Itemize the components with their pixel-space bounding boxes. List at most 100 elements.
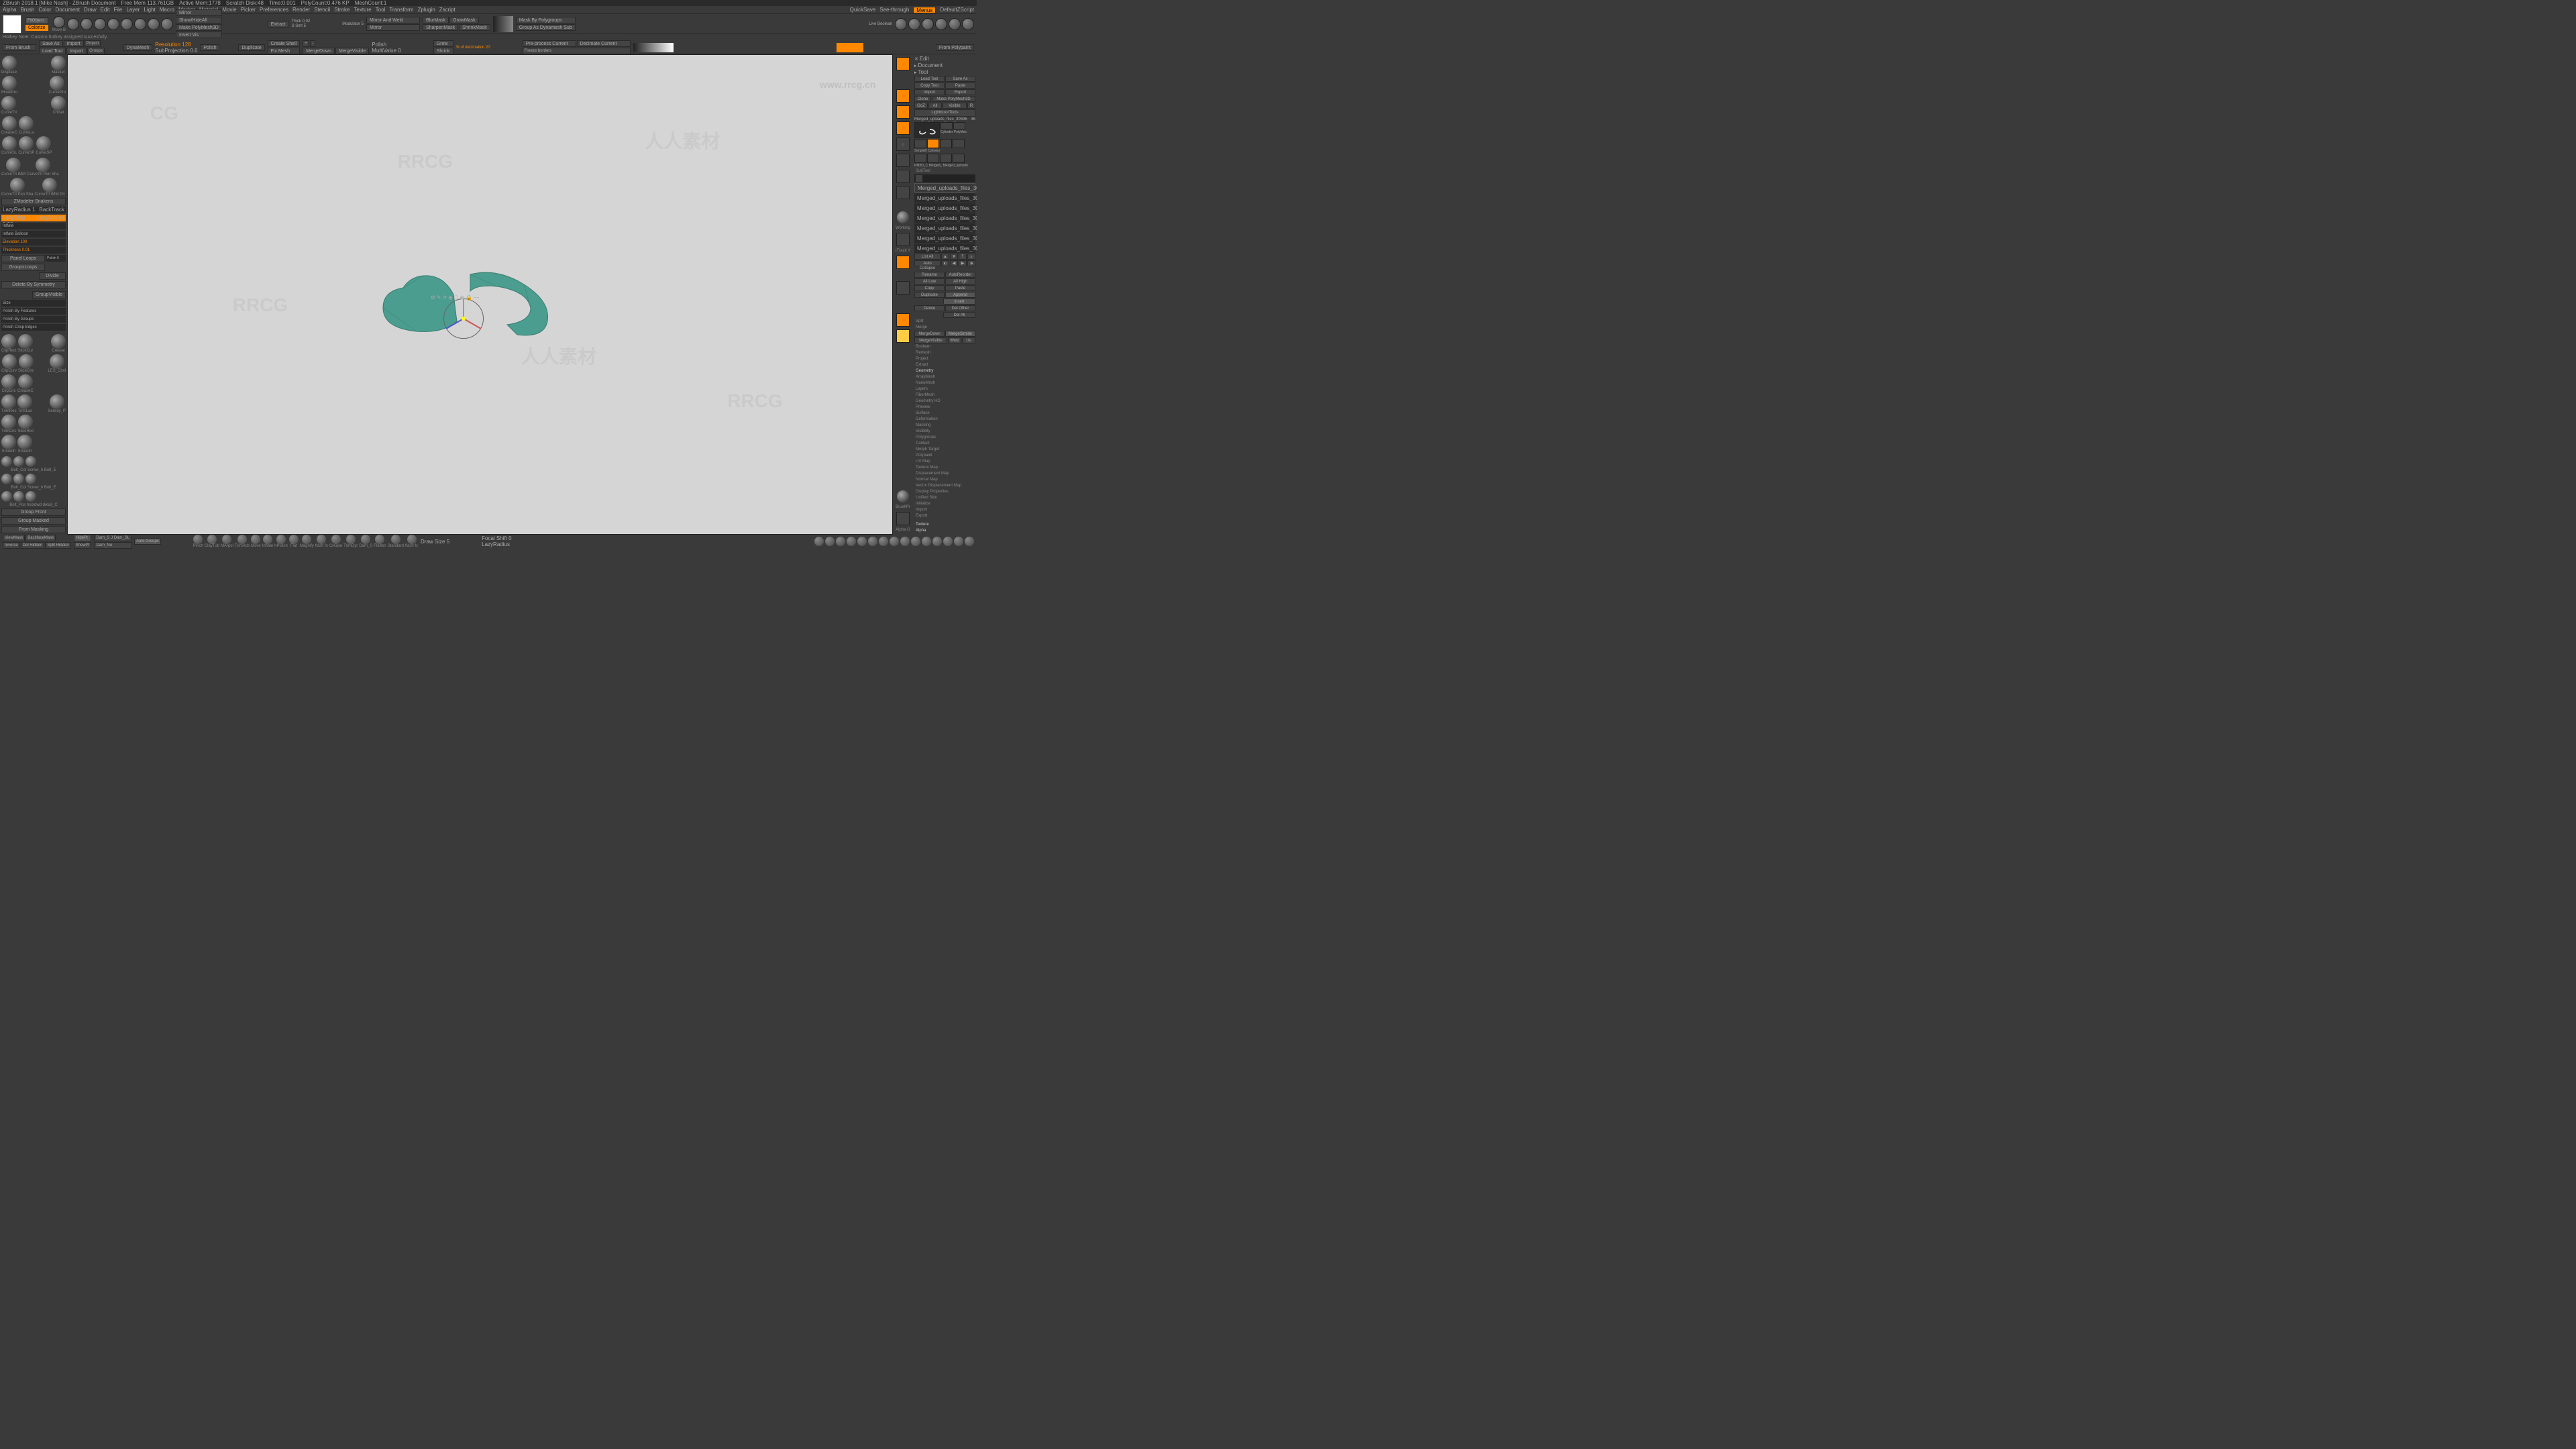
geo-section-11[interactable]: Polygroups bbox=[914, 435, 975, 440]
right-brush-2[interactable] bbox=[908, 18, 920, 30]
saveas-btn[interactable]: Save As bbox=[39, 40, 63, 47]
frommasking-btn[interactable]: From Masking bbox=[1, 526, 66, 533]
polishgroups-slider[interactable]: Polish By Groups bbox=[1, 316, 66, 323]
bb-backface[interactable]: BackfaceMask bbox=[25, 535, 56, 541]
bb-brush-r10[interactable] bbox=[911, 537, 920, 546]
brush-creasec2[interactable] bbox=[18, 374, 33, 389]
bb-brush-inflate[interactable] bbox=[263, 535, 272, 544]
bb-inverse[interactable]: Inverse bbox=[3, 542, 20, 549]
brush-chisel[interactable] bbox=[51, 96, 66, 111]
gizmo-center[interactable] bbox=[462, 317, 466, 321]
multival-label[interactable]: MultiValue 0 bbox=[372, 48, 400, 54]
rp-mergedown2[interactable]: MergeDown bbox=[914, 331, 945, 337]
brush-curvesp1[interactable] bbox=[19, 136, 34, 151]
geo-section-14[interactable]: Polypaint bbox=[914, 453, 975, 458]
dock-icon-5[interactable] bbox=[896, 154, 910, 167]
canvas-viewport[interactable]: CG RRCG 人人素材 RRCG 人人素材 RRCG www.rrcg.cn … bbox=[67, 54, 893, 535]
geo-section-4[interactable]: FiberMesh bbox=[914, 392, 975, 398]
move-brush-icon[interactable] bbox=[53, 16, 65, 28]
geo-section-23[interactable]: Import bbox=[914, 507, 975, 513]
freeze-btn[interactable]: Freeze borders bbox=[523, 48, 631, 54]
brush-screw2[interactable] bbox=[13, 474, 24, 484]
brush-icon-5[interactable] bbox=[107, 18, 119, 30]
rp-tool-thumb-11[interactable] bbox=[953, 154, 965, 163]
thick-slider[interactable]: Thick 0.02 bbox=[292, 19, 311, 23]
menu-preferences[interactable]: Preferences bbox=[260, 7, 288, 13]
dock-icon-6[interactable] bbox=[896, 170, 910, 183]
dock-icon-9[interactable] bbox=[896, 313, 910, 327]
lazymouse-label[interactable]: LazyMouse bbox=[37, 215, 64, 221]
brush-slicecur[interactable] bbox=[18, 334, 33, 349]
brush-detail[interactable] bbox=[25, 491, 36, 502]
rp-clone[interactable]: Clone bbox=[914, 96, 931, 102]
brush-screw3[interactable] bbox=[13, 491, 24, 502]
brush-icon-3[interactable] bbox=[80, 18, 93, 30]
bb-brush-r1[interactable] bbox=[814, 537, 824, 546]
dock-icon-edit[interactable] bbox=[896, 57, 910, 70]
gizmo-icon-5[interactable]: ⬡ bbox=[453, 294, 458, 301]
rp-mergesimilar[interactable]: MergeSimilar bbox=[945, 331, 975, 337]
brush-les-clotl[interactable] bbox=[50, 354, 64, 369]
rp-tool-thumb-10[interactable] bbox=[940, 154, 952, 163]
geo-section-10[interactable]: Visibility bbox=[914, 429, 975, 434]
rp-insert[interactable]: Insert bbox=[943, 299, 975, 305]
brush-icon-2[interactable] bbox=[67, 18, 79, 30]
geo-section-12[interactable]: Contact bbox=[914, 441, 975, 446]
bb-brush-r11[interactable] bbox=[922, 537, 931, 546]
menu-transform[interactable]: Transform bbox=[389, 7, 413, 13]
brush-screw1[interactable] bbox=[13, 456, 24, 467]
subtool-7[interactable]: Merged_uploads_files_305956 bbox=[914, 244, 975, 253]
bb-brush-standard[interactable] bbox=[391, 535, 400, 544]
bb-brush-move[interactable] bbox=[251, 535, 260, 544]
gizmo-icon-4[interactable]: ◈ bbox=[448, 294, 452, 301]
bb-brush-flat[interactable] bbox=[289, 535, 299, 544]
dock-brushpr[interactable] bbox=[897, 490, 909, 502]
bb-splithidden[interactable]: Split Hidden bbox=[45, 542, 70, 549]
modulator-slider[interactable]: Modulator 5 bbox=[342, 22, 364, 26]
geo-section-3[interactable]: Layers bbox=[914, 386, 975, 392]
brush-curvetri-imm-pri[interactable] bbox=[42, 178, 57, 193]
rp-autocollapse[interactable]: Auto Collapse bbox=[914, 260, 941, 266]
brush-bolt3[interactable] bbox=[1, 491, 12, 502]
dock-icon-4[interactable] bbox=[896, 121, 910, 135]
bb-brush-magnify[interactable] bbox=[302, 535, 311, 544]
bb-hidept[interactable]: HidePt bbox=[74, 535, 92, 541]
rp-nav-2[interactable]: ◀ bbox=[950, 260, 958, 266]
ssmt-slider[interactable]: S Smt 5 bbox=[292, 24, 311, 28]
right-brush-3[interactable] bbox=[922, 18, 934, 30]
brush-icon-7[interactable] bbox=[134, 18, 146, 30]
mirrorweld-btn[interactable]: Mirror And Weld bbox=[366, 17, 420, 23]
brush-movepro[interactable] bbox=[2, 76, 17, 91]
bb-brush-pinch[interactable] bbox=[193, 535, 203, 544]
elevation-slider[interactable]: Elevation 100 bbox=[1, 239, 66, 246]
zmodeler-btn[interactable]: ZModeler Snakens bbox=[1, 198, 66, 205]
brush-bolt2[interactable] bbox=[1, 474, 12, 484]
brush-curvetri-imm[interactable] bbox=[6, 158, 21, 172]
gizmo-icon-6[interactable]: ⊕ bbox=[460, 294, 464, 301]
livebool-label[interactable]: Live Boolean bbox=[869, 22, 892, 26]
bb-brush-r12[interactable] bbox=[932, 537, 942, 546]
rp-delother[interactable]: Del Other bbox=[945, 305, 975, 311]
menu-seethrough[interactable]: See-through bbox=[879, 7, 909, 13]
rp-saveas[interactable]: Save As bbox=[945, 76, 975, 82]
right-brush-4[interactable] bbox=[935, 18, 947, 30]
menu-movie[interactable]: Movie bbox=[222, 7, 236, 13]
bb-brush-flatten[interactable] bbox=[375, 535, 384, 544]
dock-working[interactable] bbox=[897, 211, 909, 223]
inflatebal-slider[interactable]: Inflate Balloon bbox=[1, 231, 66, 237]
rp-tool-thumb-6[interactable] bbox=[940, 139, 952, 148]
bb-brush-trimdy[interactable] bbox=[346, 535, 356, 544]
brush-curvesl[interactable] bbox=[2, 136, 17, 151]
subtool-1[interactable]: Merged_uploads_files_305956 bbox=[914, 183, 975, 193]
size-slider[interactable]: Size bbox=[1, 300, 66, 307]
gizmo-icon-7[interactable]: 🔒 bbox=[466, 294, 472, 301]
bb-brush-claytub[interactable] bbox=[207, 535, 217, 544]
growmask-btn[interactable]: GrowMask bbox=[449, 17, 478, 23]
rp-append[interactable]: Append bbox=[945, 292, 975, 298]
rp-tool-thumb-7[interactable] bbox=[953, 139, 965, 148]
bb-focal[interactable]: Focal Shift 0 bbox=[482, 535, 511, 541]
groupsloops-btn[interactable]: GroupsLoops bbox=[1, 264, 45, 271]
rp-r[interactable]: R bbox=[967, 103, 975, 109]
rp-down2-icon[interactable]: ⤓ bbox=[967, 254, 975, 260]
geo-section-13[interactable]: Morph Target bbox=[914, 447, 975, 452]
